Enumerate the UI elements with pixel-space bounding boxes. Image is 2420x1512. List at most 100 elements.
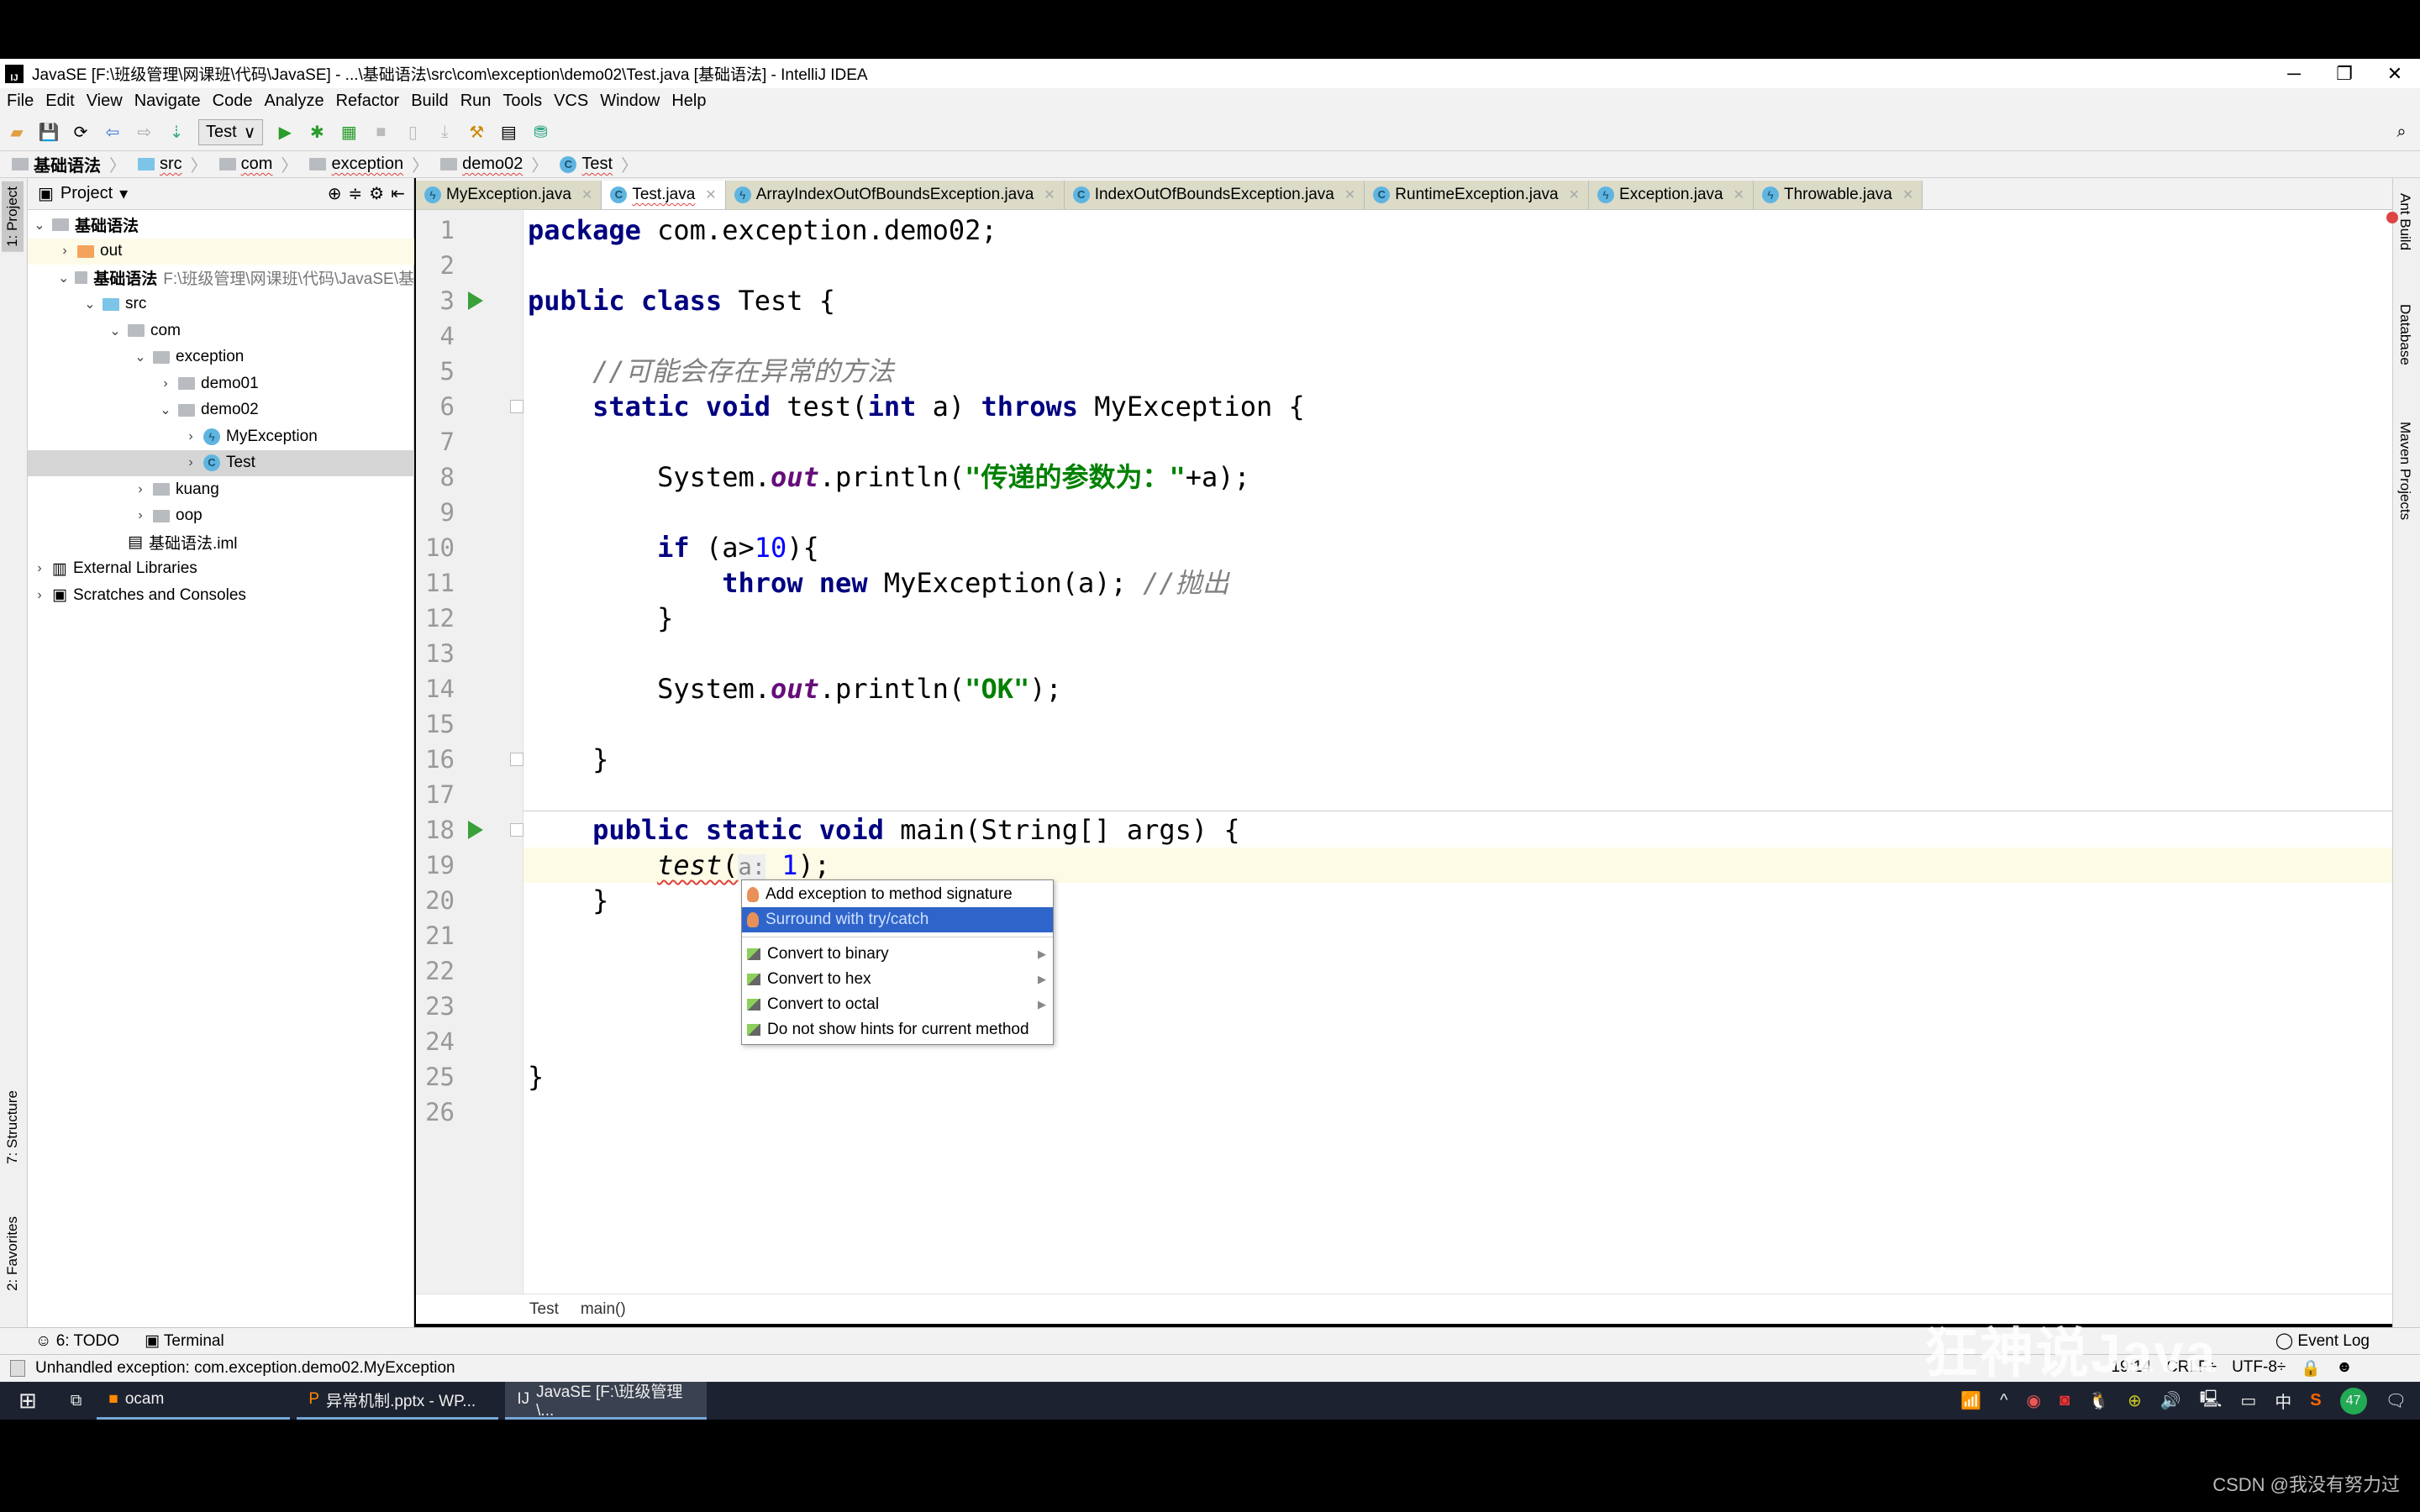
vcs-icon[interactable]: ▯ xyxy=(402,122,423,142)
project-view-select[interactable]: Project xyxy=(60,184,113,203)
structure-tool-tab[interactable]: 7: Structure xyxy=(2,1085,24,1169)
chevron-down-icon[interactable]: ⌄ xyxy=(134,349,147,365)
sdk-icon[interactable]: ⛃ xyxy=(530,122,550,142)
build-icon[interactable]: ⇣ xyxy=(166,122,187,142)
locate-icon[interactable]: ⊕ xyxy=(328,183,342,204)
coverage-icon[interactable]: ▦ xyxy=(339,122,359,142)
chevron-right-icon[interactable]: › xyxy=(134,482,147,497)
tab-runtimeexception[interactable]: C RuntimeException.java ✕ xyxy=(1365,181,1590,209)
menu-code[interactable]: Code xyxy=(213,92,253,111)
popup-item[interactable]: Convert to octal ▶ xyxy=(742,992,1053,1017)
breadcrumb-item[interactable]: C Test xyxy=(560,152,638,176)
tab-myexception[interactable]: ϟ MyException.java ✕ xyxy=(416,181,602,209)
code-editor[interactable]: 1 2 3 4 5 6 7 8 9 10 11 12 13 14 15 16 17 18 19 20 21 22 23 24 2… xyxy=(416,210,2392,1324)
close-button[interactable]: ✕ xyxy=(2370,59,2420,88)
tab-throwable[interactable]: ϟ Throwable.java ✕ xyxy=(1754,181,1923,209)
chevron-down-icon[interactable]: ⌄ xyxy=(108,323,122,339)
close-tab-icon[interactable]: ✕ xyxy=(1902,186,1913,203)
fold-marker-icon[interactable] xyxy=(510,753,523,766)
menu-edit[interactable]: Edit xyxy=(45,92,74,111)
chevron-down-icon[interactable]: ⌄ xyxy=(83,296,97,312)
minimize-button[interactable]: ─ xyxy=(2269,59,2319,88)
tab-exception[interactable]: ϟ Exception.java ✕ xyxy=(1589,181,1754,209)
tree-item[interactable]: › ϟ MyException xyxy=(28,423,414,450)
tree-item[interactable]: ⌄ 基础语法 F:\班级管理\网课班\代码\JavaSE\基 xyxy=(28,265,414,291)
tree-item[interactable]: › ▥ External Libraries xyxy=(28,556,414,583)
tree-item[interactable]: ⌄ exception xyxy=(28,344,414,371)
tab-test[interactable]: C Test.java ✕ xyxy=(602,181,726,209)
music-icon[interactable]: ◙ xyxy=(2060,1391,2070,1410)
windows-start-icon[interactable]: ⊞ xyxy=(0,1388,55,1414)
task-view-icon[interactable]: ⧉ xyxy=(55,1392,97,1410)
sogou-icon[interactable]: S xyxy=(2310,1391,2321,1410)
tree-item[interactable]: ⌄ src xyxy=(28,291,414,318)
menu-window[interactable]: Window xyxy=(600,92,660,111)
popup-item[interactable]: Do not show hints for current method xyxy=(742,1017,1053,1042)
chevron-down-icon[interactable]: ▾ xyxy=(119,183,128,204)
debug-icon[interactable]: ✱ xyxy=(307,122,327,142)
popup-item[interactable]: Convert to hex ▶ xyxy=(742,967,1053,992)
chevron-right-icon[interactable]: › xyxy=(184,455,197,470)
taskbar-app-wps[interactable]: P 异常机制.pptx - WP... xyxy=(297,1382,499,1420)
menu-tools[interactable]: Tools xyxy=(502,92,542,111)
status-toggle-icon[interactable] xyxy=(10,1360,25,1377)
menu-view[interactable]: View xyxy=(87,92,123,111)
crumb-class[interactable]: Test xyxy=(529,1300,559,1319)
chevron-right-icon[interactable]: › xyxy=(33,561,46,576)
crumb-method[interactable]: main() xyxy=(581,1300,626,1319)
close-tab-icon[interactable]: ✕ xyxy=(581,186,592,203)
tree-item[interactable]: › out xyxy=(28,238,414,265)
collapse-icon[interactable]: ≑ xyxy=(349,183,363,204)
inspector-icon[interactable]: ☻ xyxy=(2336,1358,2353,1378)
todo-tab[interactable]: ☺ 6: TODO xyxy=(35,1332,119,1351)
chevron-right-icon[interactable]: › xyxy=(159,376,172,391)
tree-item[interactable]: › oop xyxy=(28,503,414,530)
breadcrumb-item[interactable]: 基础语法 xyxy=(12,152,126,176)
close-tab-icon[interactable]: ✕ xyxy=(705,186,716,203)
favorites-tool-tab[interactable]: 2: Favorites xyxy=(2,1211,24,1296)
tree-item[interactable]: ▤ 基础语法.iml xyxy=(28,529,414,556)
database-tab[interactable]: Database xyxy=(2396,304,2413,365)
tab-indexoutofboundsexception[interactable]: C IndexOutOfBoundsException.java ✕ xyxy=(1064,181,1365,209)
error-indicator-icon[interactable] xyxy=(2386,212,2398,223)
search-icon[interactable]: ⌕ xyxy=(2391,122,2412,142)
maximize-button[interactable]: ❐ xyxy=(2319,59,2370,88)
wifi-icon[interactable]: 📶 xyxy=(1960,1390,1981,1411)
forward-icon[interactable]: ⇨ xyxy=(134,122,155,142)
tree-item[interactable]: ⌄ 基础语法 xyxy=(28,212,414,239)
chevron-down-icon[interactable]: ⌄ xyxy=(58,270,69,286)
menu-navigate[interactable]: Navigate xyxy=(134,92,201,111)
run-gutter-icon[interactable] xyxy=(468,291,483,310)
close-tab-icon[interactable]: ✕ xyxy=(1344,186,1355,203)
open-icon[interactable]: ▰ xyxy=(7,122,27,142)
fold-marker-icon[interactable] xyxy=(510,400,523,413)
stop-icon[interactable]: ■ xyxy=(371,122,391,142)
menu-file[interactable]: File xyxy=(7,92,34,111)
project-tool-tab[interactable]: 1: Project xyxy=(2,181,24,252)
ant-build-tab[interactable]: Ant Build xyxy=(2396,193,2413,250)
menu-vcs[interactable]: VCS xyxy=(554,92,588,111)
menu-refactor[interactable]: Refactor xyxy=(336,92,400,111)
chevron-right-icon[interactable]: › xyxy=(58,244,71,259)
battery-icon[interactable]: ▭ xyxy=(2240,1390,2256,1411)
security-icon[interactable]: ⊕ xyxy=(2128,1390,2142,1411)
sync-icon[interactable]: ⟳ xyxy=(71,122,91,142)
chevron-down-icon[interactable]: ⌄ xyxy=(33,217,46,234)
run-gutter-icon[interactable] xyxy=(468,821,483,839)
tab-arrayindexoutofboundsexception[interactable]: ϟ ArrayIndexOutOfBoundsException.java ✕ xyxy=(725,181,1065,209)
event-log-tab[interactable]: ◯ Event Log xyxy=(2275,1331,2370,1351)
qq-icon[interactable]: 🐧 xyxy=(2088,1390,2109,1411)
back-icon[interactable]: ⇦ xyxy=(103,122,123,142)
close-tab-icon[interactable]: ✕ xyxy=(1569,186,1580,203)
close-tab-icon[interactable]: ✕ xyxy=(1044,186,1055,203)
menu-build[interactable]: Build xyxy=(411,92,448,111)
gear-icon[interactable]: ⚙ xyxy=(369,183,384,204)
menu-run[interactable]: Run xyxy=(460,92,492,111)
app-tray-icon[interactable]: ◉ xyxy=(2027,1390,2041,1411)
taskbar-app-intellij[interactable]: IJ JavaSE [F:\班级管理\... xyxy=(505,1382,708,1420)
popup-item[interactable]: Surround with try/catch xyxy=(742,907,1053,932)
file-encoding[interactable]: UTF-8÷ xyxy=(2232,1358,2286,1378)
taskbar-app-ocam[interactable]: ■ ocam xyxy=(97,1382,291,1420)
fold-marker-icon[interactable] xyxy=(510,823,523,837)
menu-analyze[interactable]: Analyze xyxy=(264,92,324,111)
